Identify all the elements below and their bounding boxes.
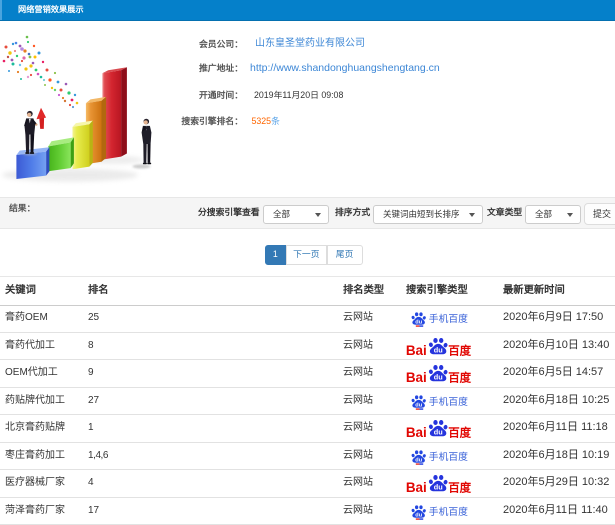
svg-text:du: du (415, 320, 422, 326)
svg-text:du: du (434, 346, 443, 355)
svg-text:du: du (434, 428, 443, 437)
svg-text:Bai: Bai (406, 371, 427, 386)
svg-text:百度: 百度 (448, 481, 471, 495)
svg-text:du: du (415, 402, 422, 408)
svg-text:du: du (434, 483, 443, 492)
svg-text:手机百度: 手机百度 (429, 505, 468, 518)
svg-text:du: du (415, 457, 422, 463)
svg-text:手机百度: 手机百度 (429, 395, 468, 408)
svg-text:Bai: Bai (406, 425, 427, 440)
svg-text:百度: 百度 (448, 426, 471, 440)
svg-text:du: du (415, 512, 422, 518)
svg-text:百度: 百度 (448, 343, 471, 357)
svg-text:Bai: Bai (406, 343, 427, 358)
svg-text:手机百度: 手机百度 (429, 312, 468, 325)
svg-text:Bai: Bai (406, 480, 427, 495)
svg-text:du: du (434, 373, 443, 382)
svg-text:手机百度: 手机百度 (429, 450, 468, 463)
svg-text:百度: 百度 (448, 371, 471, 385)
